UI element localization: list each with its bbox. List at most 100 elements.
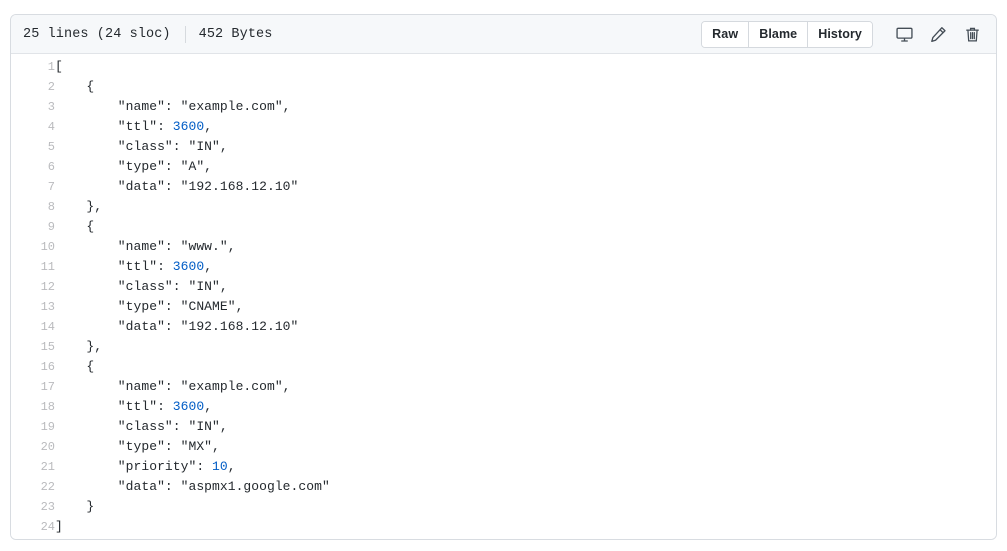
- line-number[interactable]: 3: [11, 97, 55, 117]
- code-token-str: "type": "MX",: [55, 439, 220, 454]
- desktop-icon-button[interactable]: [889, 21, 919, 47]
- line-number[interactable]: 17: [11, 377, 55, 397]
- code-token-key: "ttl":: [55, 259, 173, 274]
- code-token-str: "data": "192.168.12.10": [55, 319, 299, 334]
- desktop-icon: [895, 26, 913, 43]
- code-line-row: 14 "data": "192.168.12.10": [11, 317, 996, 337]
- line-number[interactable]: 2: [11, 77, 55, 97]
- code-line-row: 16 {: [11, 357, 996, 377]
- line-number[interactable]: 8: [11, 197, 55, 217]
- code-token-str: "name": "example.com",: [55, 99, 291, 114]
- file-header-bar: 25 lines (24 sloc) 452 Bytes Raw Blame H…: [11, 15, 996, 54]
- pencil-icon-button[interactable]: [923, 21, 953, 47]
- line-number[interactable]: 9: [11, 217, 55, 237]
- code-line-row: 13 "type": "CNAME",: [11, 297, 996, 317]
- code-line-row: 1[: [11, 57, 996, 77]
- file-viewer-container: 25 lines (24 sloc) 452 Bytes Raw Blame H…: [10, 14, 997, 540]
- line-number[interactable]: 7: [11, 177, 55, 197]
- code-line-row: 20 "type": "MX",: [11, 437, 996, 457]
- line-number[interactable]: 22: [11, 477, 55, 497]
- code-token-str: "class": "IN",: [55, 419, 228, 434]
- file-actions: Raw Blame History: [701, 20, 987, 48]
- code-token-punc: ,: [227, 459, 236, 474]
- line-code: "type": "CNAME",: [55, 297, 996, 317]
- line-number[interactable]: 23: [11, 497, 55, 517]
- line-number[interactable]: 21: [11, 457, 55, 477]
- line-code: "data": "aspmx1.google.com": [55, 477, 996, 497]
- line-number[interactable]: 16: [11, 357, 55, 377]
- code-line-row: 22 "data": "aspmx1.google.com": [11, 477, 996, 497]
- code-token-num: 10: [212, 459, 228, 474]
- code-line-row: 7 "data": "192.168.12.10": [11, 177, 996, 197]
- line-code: "class": "IN",: [55, 417, 996, 437]
- meta-divider: [184, 25, 186, 43]
- line-code: "name": "www.",: [55, 237, 996, 257]
- line-code: "type": "A",: [55, 157, 996, 177]
- code-line-row: 8 },: [11, 197, 996, 217]
- code-token-num: 3600: [172, 399, 205, 414]
- code-line-row: 19 "class": "IN",: [11, 417, 996, 437]
- code-token-punc: ,: [204, 119, 213, 134]
- code-line-row: 4 "ttl": 3600,: [11, 117, 996, 137]
- line-number[interactable]: 15: [11, 337, 55, 357]
- line-code: },: [55, 197, 996, 217]
- raw-button[interactable]: Raw: [702, 21, 750, 47]
- line-code: "class": "IN",: [55, 137, 996, 157]
- line-code: [: [55, 57, 996, 77]
- trash-icon-button[interactable]: [957, 21, 987, 47]
- line-number[interactable]: 13: [11, 297, 55, 317]
- line-code: {: [55, 357, 996, 377]
- line-number[interactable]: 5: [11, 137, 55, 157]
- trash-icon: [964, 26, 981, 43]
- code-token-key: "ttl":: [55, 399, 173, 414]
- line-number[interactable]: 14: [11, 317, 55, 337]
- line-number[interactable]: 6: [11, 157, 55, 177]
- code-token-punc: },: [55, 339, 103, 354]
- code-lines: 1[2 {3 "name": "example.com", 4 "ttl": 36…: [11, 57, 996, 537]
- code-line-row: 3 "name": "example.com",: [11, 97, 996, 117]
- line-code: "name": "example.com",: [55, 377, 996, 397]
- line-number[interactable]: 20: [11, 437, 55, 457]
- pencil-icon: [930, 26, 947, 43]
- line-code: "ttl": 3600,: [55, 257, 996, 277]
- code-token-str: "type": "A",: [55, 159, 213, 174]
- line-number[interactable]: 4: [11, 117, 55, 137]
- history-button[interactable]: History: [808, 21, 872, 47]
- file-icon-buttons: [889, 21, 987, 47]
- blame-button[interactable]: Blame: [749, 21, 809, 47]
- code-token-punc: ]: [55, 519, 63, 534]
- file-meta-info: 25 lines (24 sloc) 452 Bytes: [23, 25, 272, 43]
- line-number[interactable]: 19: [11, 417, 55, 437]
- code-line-row: 15 },: [11, 337, 996, 357]
- code-line-row: 18 "ttl": 3600,: [11, 397, 996, 417]
- code-token-str: "type": "CNAME",: [55, 299, 244, 314]
- line-count-label: 25 lines (24 sloc): [23, 26, 171, 42]
- code-line-row: 10 "name": "www.",: [11, 237, 996, 257]
- code-table: 1[2 {3 "name": "example.com", 4 "ttl": 36…: [11, 57, 996, 537]
- code-token-str: "data": "192.168.12.10": [55, 179, 299, 194]
- code-line-row: 11 "ttl": 3600,: [11, 257, 996, 277]
- line-number[interactable]: 12: [11, 277, 55, 297]
- code-line-row: 23 }: [11, 497, 996, 517]
- line-code: "ttl": 3600,: [55, 117, 996, 137]
- line-number[interactable]: 24: [11, 517, 55, 537]
- line-code: {: [55, 77, 996, 97]
- code-token-punc: },: [55, 199, 103, 214]
- code-token-punc: }: [55, 499, 95, 514]
- line-number[interactable]: 1: [11, 57, 55, 77]
- line-code: }: [55, 497, 996, 517]
- code-token-str: "data": "aspmx1.google.com": [55, 479, 330, 494]
- line-number[interactable]: 18: [11, 397, 55, 417]
- code-token-punc: ,: [204, 399, 213, 414]
- code-line-row: 2 {: [11, 77, 996, 97]
- code-token-key: "ttl":: [55, 119, 173, 134]
- file-action-button-group: Raw Blame History: [701, 20, 873, 48]
- line-code: ]: [55, 517, 996, 537]
- line-code: "data": "192.168.12.10": [55, 177, 996, 197]
- code-line-row: 12 "class": "IN",: [11, 277, 996, 297]
- line-number[interactable]: 10: [11, 237, 55, 257]
- line-number[interactable]: 11: [11, 257, 55, 277]
- code-line-row: 17 "name": "example.com",: [11, 377, 996, 397]
- code-content-area[interactable]: 1[2 {3 "name": "example.com", 4 "ttl": 36…: [11, 54, 996, 539]
- code-token-punc: {: [55, 79, 95, 94]
